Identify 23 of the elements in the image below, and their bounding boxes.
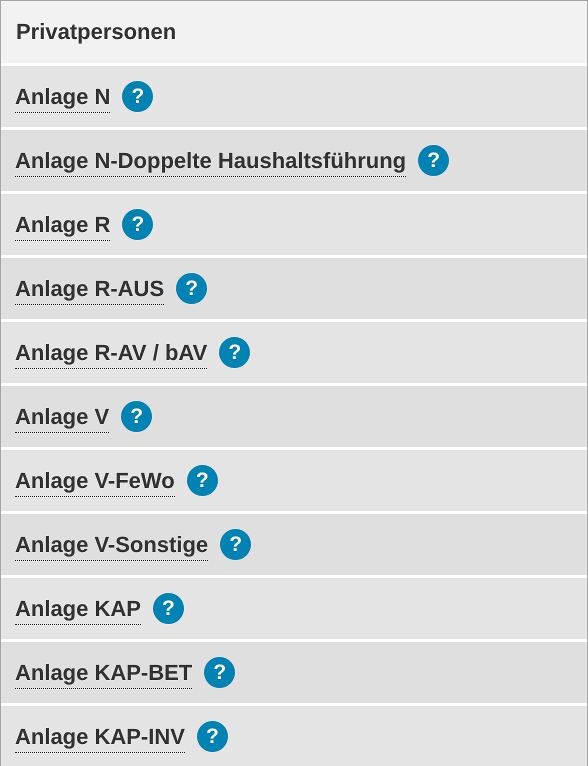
form-link[interactable]: Anlage KAP-INV — [15, 724, 185, 753]
form-link[interactable]: Anlage V — [15, 404, 110, 433]
form-link[interactable]: Anlage V-Sonstige — [15, 532, 208, 561]
form-link[interactable]: Anlage R-AV / bAV — [15, 340, 208, 369]
help-button[interactable]: ? — [176, 273, 208, 304]
help-button[interactable]: ? — [122, 81, 154, 112]
help-button[interactable]: ? — [121, 401, 152, 432]
help-button[interactable]: ? — [152, 593, 184, 624]
help-button[interactable]: ? — [204, 657, 236, 688]
form-link[interactable]: Anlage N — [15, 84, 110, 113]
help-button[interactable]: ? — [219, 337, 250, 368]
form-link[interactable]: Anlage KAP — [15, 596, 141, 625]
form-link[interactable]: Anlage R — [15, 212, 110, 241]
help-button[interactable]: ? — [220, 529, 252, 560]
help-button[interactable]: ? — [418, 145, 450, 176]
help-button[interactable]: ? — [186, 465, 218, 496]
help-button[interactable]: ? — [122, 209, 154, 240]
form-link[interactable]: Anlage KAP-BET — [15, 660, 192, 689]
help-button[interactable]: ? — [196, 721, 228, 752]
section-title: Privatpersonen — [16, 19, 176, 45]
form-link[interactable]: Anlage N-Doppelte Haushaltsführung — [15, 148, 406, 177]
form-link[interactable]: Anlage V-FeWo — [15, 468, 175, 497]
form-link[interactable]: Anlage R-AUS — [15, 276, 164, 305]
